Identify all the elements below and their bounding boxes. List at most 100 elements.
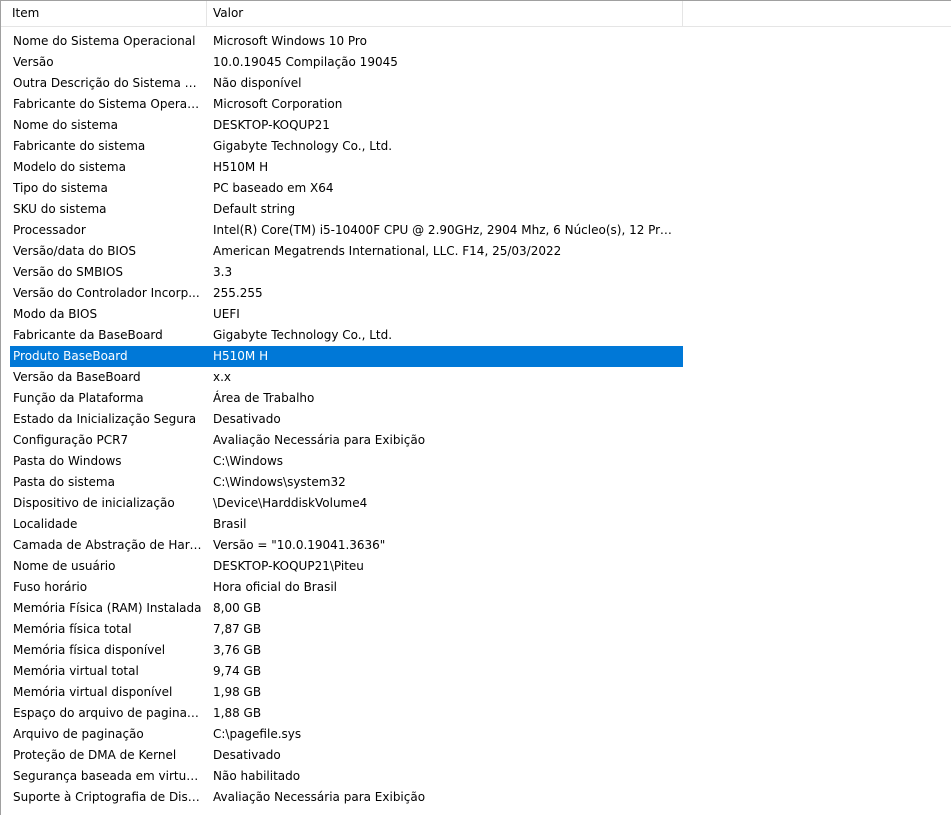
list-row[interactable]: Localidade Brasil: [1, 514, 951, 535]
row-value: 7,87 GB: [213, 622, 262, 636]
row-item-label: Pasta do Windows: [13, 454, 122, 468]
row-item-label: Tipo do sistema: [13, 181, 108, 195]
row-value: Desativado: [213, 748, 281, 762]
row-item-label: Suporte à Criptografia de Disp...: [13, 790, 203, 804]
list-row[interactable]: Versão do SMBIOS 3.3: [1, 262, 951, 283]
row-item-label: Estado da Inicialização Segura: [13, 412, 197, 426]
row-item-label: Versão: [13, 55, 54, 69]
row-item-label: Pasta do sistema: [13, 475, 115, 489]
list-row[interactable]: Modo da BIOS UEFI: [1, 304, 951, 325]
row-value: 1,88 GB: [213, 706, 262, 720]
row-item-label: Memória física disponível: [13, 643, 166, 657]
row-item-label: Camada de Abstração de Hard...: [13, 538, 203, 552]
row-value: DESKTOP-KOQUP21\Piteu: [213, 559, 364, 573]
row-value: UEFI: [213, 307, 240, 321]
row-item-label: Processador: [13, 223, 86, 237]
row-value: Não habilitado: [213, 769, 301, 783]
row-value: Hora oficial do Brasil: [213, 580, 338, 594]
row-item-label: Proteção de DMA de Kernel: [13, 748, 177, 762]
list-row[interactable]: SKU do sistema Default string: [1, 199, 951, 220]
row-item-label: Dispositivo de inicialização: [13, 496, 175, 510]
column-header-item[interactable]: Item: [1, 1, 207, 26]
row-item-label: Espaço do arquivo de paginaç...: [13, 706, 203, 720]
row-value: 3,76 GB: [213, 643, 262, 657]
row-value: Gigabyte Technology Co., Ltd.: [213, 139, 393, 153]
list-row[interactable]: Configuração PCR7 Avaliação Necessária pa…: [1, 430, 951, 451]
column-header-valor[interactable]: Valor: [207, 1, 683, 26]
row-value: Desativado: [213, 412, 281, 426]
row-item-label: Memória virtual total: [13, 664, 139, 678]
row-item-label: Fabricante do sistema: [13, 139, 146, 153]
list-row[interactable]: Memória virtual disponível 1,98 GB: [1, 682, 951, 703]
row-value: PC baseado em X64: [213, 181, 334, 195]
row-value: Intel(R) Core(TM) i5-10400F CPU @ 2.90GH…: [213, 223, 678, 237]
row-item-label: Outra Descrição do Sistema O...: [13, 76, 203, 90]
row-value: H510M H: [213, 349, 269, 363]
list-row[interactable]: Memória Física (RAM) Instalada 8,00 GB: [1, 598, 951, 619]
list-row[interactable]: Dispositivo de inicialização \Device\Hard…: [1, 493, 951, 514]
list-row[interactable]: Suporte à Criptografia de Disp... Avaliaç…: [1, 787, 951, 808]
system-summary-list[interactable]: Item Valor Nome do Sistema Operacional Mi…: [0, 0, 951, 815]
list-row[interactable]: Espaço do arquivo de paginaç... 1,88 GB: [1, 703, 951, 724]
row-value: Área de Trabalho: [213, 391, 315, 405]
row-value: Avaliação Necessária para Exibição: [213, 790, 426, 804]
list-row[interactable]: Memória virtual total 9,74 GB: [1, 661, 951, 682]
list-row[interactable]: Segurança baseada em virtuali... Não habi…: [1, 766, 951, 787]
row-value: Default string: [213, 202, 296, 216]
row-value: Gigabyte Technology Co., Ltd.: [213, 328, 393, 342]
row-item-label: Versão da BaseBoard: [13, 370, 141, 384]
list-row[interactable]: Função da Plataforma Área de Trabalho: [1, 388, 951, 409]
row-value: H510M H: [213, 160, 269, 174]
list-row[interactable]: Memória física total 7,87 GB: [1, 619, 951, 640]
row-item-label: Fuso horário: [13, 580, 88, 594]
row-value: Brasil: [213, 517, 247, 531]
row-value: \Device\HarddiskVolume4: [213, 496, 368, 510]
list-row[interactable]: Nome do Sistema Operacional Microsoft Win…: [1, 31, 951, 52]
row-item-label: Versão/data do BIOS: [13, 244, 137, 258]
list-row[interactable]: Camada de Abstração de Hard... Versão = "…: [1, 535, 951, 556]
list-rows: Nome do Sistema Operacional Microsoft Win…: [1, 31, 951, 808]
list-row[interactable]: Versão/data do BIOS American Megatrends I…: [1, 241, 951, 262]
list-row[interactable]: Versão da BaseBoard x.x: [1, 367, 951, 388]
list-row[interactable]: Nome do sistema DESKTOP-KOQUP21: [1, 115, 951, 136]
list-row[interactable]: Pasta do sistema C:\Windows\system32: [1, 472, 951, 493]
list-row[interactable]: Fuso horário Hora oficial do Brasil: [1, 577, 951, 598]
row-value: DESKTOP-KOQUP21: [213, 118, 330, 132]
row-value: Versão = "10.0.19041.3636": [213, 538, 386, 552]
row-item-label: Nome do Sistema Operacional: [13, 34, 196, 48]
row-value: 8,00 GB: [213, 601, 262, 615]
row-item-label: Produto BaseBoard: [13, 349, 128, 363]
row-value: C:\Windows: [213, 454, 284, 468]
list-row[interactable]: Fabricante do sistema Gigabyte Technology…: [1, 136, 951, 157]
row-item-label: Versão do SMBIOS: [13, 265, 123, 279]
row-value: 1,98 GB: [213, 685, 262, 699]
list-row[interactable]: Outra Descrição do Sistema O... Não dispo…: [1, 73, 951, 94]
list-row[interactable]: Arquivo de paginação C:\pagefile.sys: [1, 724, 951, 745]
list-row[interactable]: Processador Intel(R) Core(TM) i5-10400F C…: [1, 220, 951, 241]
row-item-label: Configuração PCR7: [13, 433, 129, 447]
list-row[interactable]: Fabricante do Sistema Operaci... Microsof…: [1, 94, 951, 115]
row-item-label: Localidade: [13, 517, 78, 531]
list-row[interactable]: Versão 10.0.19045 Compilação 19045: [1, 52, 951, 73]
row-value: Microsoft Windows 10 Pro: [213, 34, 367, 48]
list-row[interactable]: Nome de usuário DESKTOP-KOQUP21\Piteu: [1, 556, 951, 577]
row-value: Não disponível: [213, 76, 302, 90]
list-row[interactable]: Memória física disponível 3,76 GB: [1, 640, 951, 661]
list-row[interactable]: Pasta do Windows C:\Windows: [1, 451, 951, 472]
list-header: Item Valor: [1, 1, 951, 27]
row-value: American Megatrends International, LLC. …: [213, 244, 562, 258]
list-row[interactable]: Tipo do sistema PC baseado em X64: [1, 178, 951, 199]
list-row[interactable]: Estado da Inicialização Segura Desativado: [1, 409, 951, 430]
row-item-label: Arquivo de paginação: [13, 727, 144, 741]
row-value: Avaliação Necessária para Exibição: [213, 433, 426, 447]
list-row[interactable]: Fabricante da BaseBoard Gigabyte Technolo…: [1, 325, 951, 346]
list-row[interactable]: Produto BaseBoard H510M H: [1, 346, 951, 367]
row-value: Microsoft Corporation: [213, 97, 343, 111]
row-item-label: Nome do sistema: [13, 118, 118, 132]
row-item-label: Fabricante da BaseBoard: [13, 328, 163, 342]
row-item-label: Modo da BIOS: [13, 307, 98, 321]
list-row[interactable]: Versão do Controlador Incorp... 255.255: [1, 283, 951, 304]
list-row[interactable]: Modelo do sistema H510M H: [1, 157, 951, 178]
row-item-label: SKU do sistema: [13, 202, 107, 216]
list-row[interactable]: Proteção de DMA de Kernel Desativado: [1, 745, 951, 766]
